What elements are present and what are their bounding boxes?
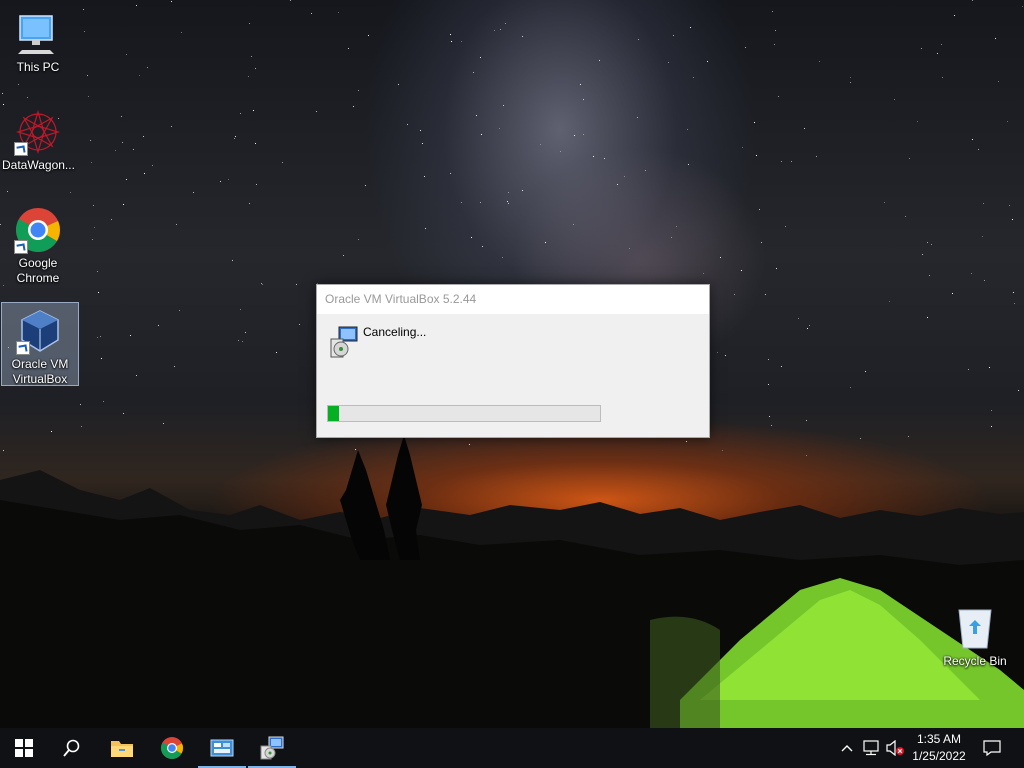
installer-icon <box>329 325 359 359</box>
folder-icon <box>111 741 133 757</box>
notification-icon <box>983 740 1001 756</box>
action-center-button[interactable] <box>980 728 1004 768</box>
taskbar-control-panel[interactable] <box>198 728 246 768</box>
desktop-icon-label: DataWagon... <box>2 158 75 172</box>
taskbar: 1:35 AM 1/25/2022 <box>0 728 1024 768</box>
windows-logo-icon <box>15 739 33 757</box>
network-status[interactable] <box>860 728 882 768</box>
taskbar-chrome[interactable] <box>148 728 196 768</box>
desktop-icon-this-pc[interactable]: This PC <box>0 6 76 75</box>
datawagon-icon <box>14 108 62 156</box>
start-button[interactable] <box>0 728 48 768</box>
installer-icon <box>260 736 284 760</box>
taskbar-virtualbox-installer[interactable] <box>248 728 296 768</box>
chevron-up-icon <box>841 745 853 752</box>
shortcut-arrow-icon <box>14 240 28 254</box>
chrome-icon <box>14 206 62 254</box>
clock-time: 1:35 AM <box>916 732 962 746</box>
recycle-bin-icon <box>951 604 999 652</box>
this-pc-icon <box>14 10 62 58</box>
taskbar-clock[interactable]: 1:35 AM 1/25/2022 <box>900 728 978 768</box>
dialog-title[interactable]: Oracle VM VirtualBox 5.2.44 <box>317 285 709 314</box>
show-hidden-icons-button[interactable] <box>838 728 856 768</box>
shortcut-arrow-icon <box>14 142 28 156</box>
progress-bar-fill <box>328 406 339 421</box>
desktop-icon-label: Oracle VM VirtualBox <box>11 357 69 386</box>
shortcut-arrow-icon <box>16 341 30 355</box>
desktop-icon-label: Google Chrome <box>16 256 60 285</box>
desktop-icon-label: This PC <box>16 60 60 74</box>
taskbar-file-explorer[interactable] <box>98 728 146 768</box>
desktop-icon-oracle-vm-virtualbox[interactable]: Oracle VM VirtualBox <box>1 302 79 386</box>
clock-date: 1/25/2022 <box>912 749 966 763</box>
desktop-icon-google-chrome[interactable]: Google Chrome <box>0 202 76 286</box>
search-icon <box>63 739 80 757</box>
progress-bar <box>327 405 601 422</box>
desktop-icon-label: Recycle Bin <box>943 654 1007 668</box>
dialog-status-text: Canceling... <box>363 325 427 339</box>
desktop-icon-recycle-bin[interactable]: Recycle Bin <box>937 600 1013 669</box>
desktop-icon-datawagon[interactable]: DataWagon... <box>0 104 76 173</box>
control-panel-icon <box>210 739 234 757</box>
installer-dialog: Oracle VM VirtualBox 5.2.44 Canceling... <box>316 284 710 438</box>
network-icon <box>863 740 879 756</box>
search-button[interactable] <box>48 728 96 768</box>
virtualbox-icon <box>16 307 64 355</box>
chrome-icon <box>161 737 183 759</box>
